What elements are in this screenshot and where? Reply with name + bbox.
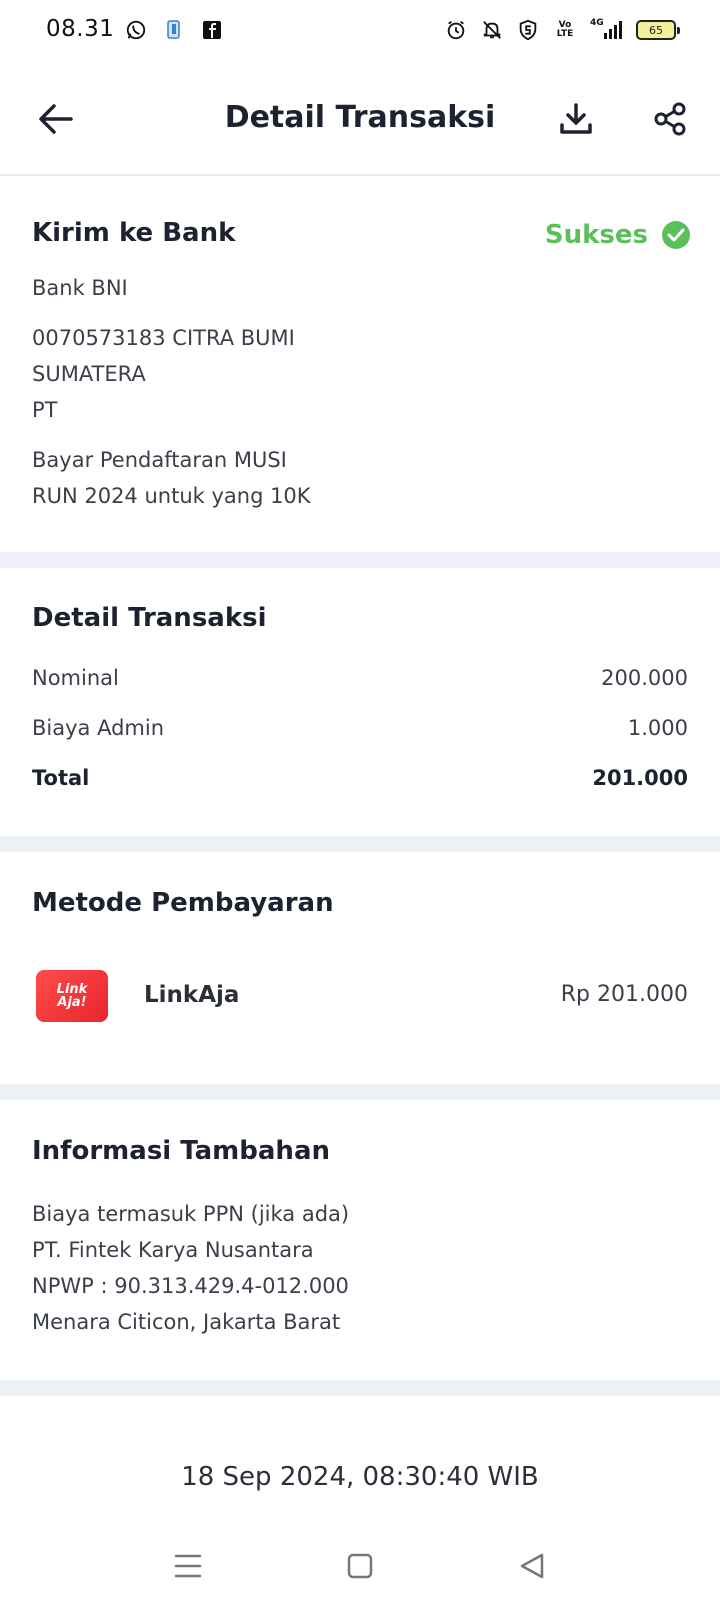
payment-amount: Rp 201.000 — [560, 982, 688, 1007]
whatsapp-icon — [124, 18, 148, 42]
app-notification-icon — [162, 18, 186, 42]
note-line-2: RUN 2024 untuk yang 10K — [32, 484, 311, 508]
signal-icon: 4G — [590, 18, 624, 42]
download-icon — [560, 103, 592, 134]
details-title: Detail Transaksi — [32, 603, 267, 633]
system-nav-bar — [0, 1530, 720, 1600]
detail-label: Biaya Admin — [32, 716, 165, 740]
menu-button[interactable] — [168, 1546, 208, 1586]
page-title: Detail Transaksi — [224, 100, 496, 135]
total-label: Total — [32, 766, 90, 790]
payment-title: Metode Pembayaran — [32, 888, 334, 918]
menu-icon — [174, 1554, 202, 1578]
info-line: PT. Fintek Karya Nusantara — [32, 1238, 314, 1262]
payment-method-name: LinkAja — [144, 982, 240, 1008]
total-value: 201.000 — [592, 766, 688, 790]
battery-icon: 65 — [636, 20, 680, 40]
transfer-title: Kirim ke Bank — [32, 218, 236, 248]
note-line-1: Bayar Pendaftaran MUSI — [32, 448, 287, 472]
detail-row-admin-fee: Biaya Admin 1.000 — [32, 716, 688, 740]
shield-icon — [516, 18, 540, 42]
status-left-icons — [124, 18, 224, 42]
download-button[interactable] — [554, 97, 598, 141]
account-line-2: SUMATERA — [32, 362, 146, 386]
back-system-button[interactable] — [512, 1546, 552, 1586]
facebook-icon — [200, 18, 224, 42]
detail-value: 200.000 — [601, 666, 688, 690]
section-divider — [0, 552, 720, 568]
bank-name: Bank BNI — [32, 276, 128, 300]
back-triangle-icon — [520, 1553, 544, 1579]
info-line: Menara Citicon, Jakarta Barat — [32, 1310, 341, 1334]
transaction-timestamp: 18 Sep 2024, 08:30:40 WIB — [181, 1462, 539, 1492]
detail-label: Nominal — [32, 666, 119, 690]
status-badge: Sukses — [545, 220, 690, 250]
share-button[interactable] — [648, 97, 692, 141]
check-circle-icon — [662, 221, 690, 249]
info-title: Informasi Tambahan — [32, 1136, 330, 1166]
info-line: Biaya termasuk PPN (jika ada) — [32, 1202, 350, 1226]
battery-level: 65 — [649, 23, 663, 37]
section-divider — [0, 1084, 720, 1100]
alarm-icon — [444, 18, 468, 42]
home-button[interactable] — [340, 1546, 380, 1586]
section-divider — [0, 836, 720, 852]
status-right-icons: Vo LTE 4G 65 — [444, 18, 680, 42]
detail-row-nominal: Nominal 200.000 — [32, 666, 688, 690]
share-icon — [654, 102, 686, 136]
app-header: Detail Transaksi — [0, 64, 720, 176]
detail-value: 1.000 — [627, 716, 688, 740]
info-line: NPWP : 90.313.429.4-012.000 — [32, 1274, 349, 1298]
volte-icon: Vo LTE — [556, 20, 574, 39]
mute-bell-icon — [480, 18, 504, 42]
account-line-1: 0070573183 CITRA BUMI — [32, 326, 295, 350]
section-divider — [0, 1380, 720, 1396]
status-label: Sukses — [544, 220, 648, 250]
status-bar: 08.31 Vo LTE 4G 65 — [0, 0, 720, 64]
status-time: 08.31 — [46, 16, 115, 42]
linkaja-logo: Link Aja! — [36, 970, 108, 1022]
account-line-3: PT — [32, 398, 58, 422]
home-square-icon — [347, 1553, 373, 1579]
detail-row-total: Total 201.000 — [32, 766, 688, 790]
